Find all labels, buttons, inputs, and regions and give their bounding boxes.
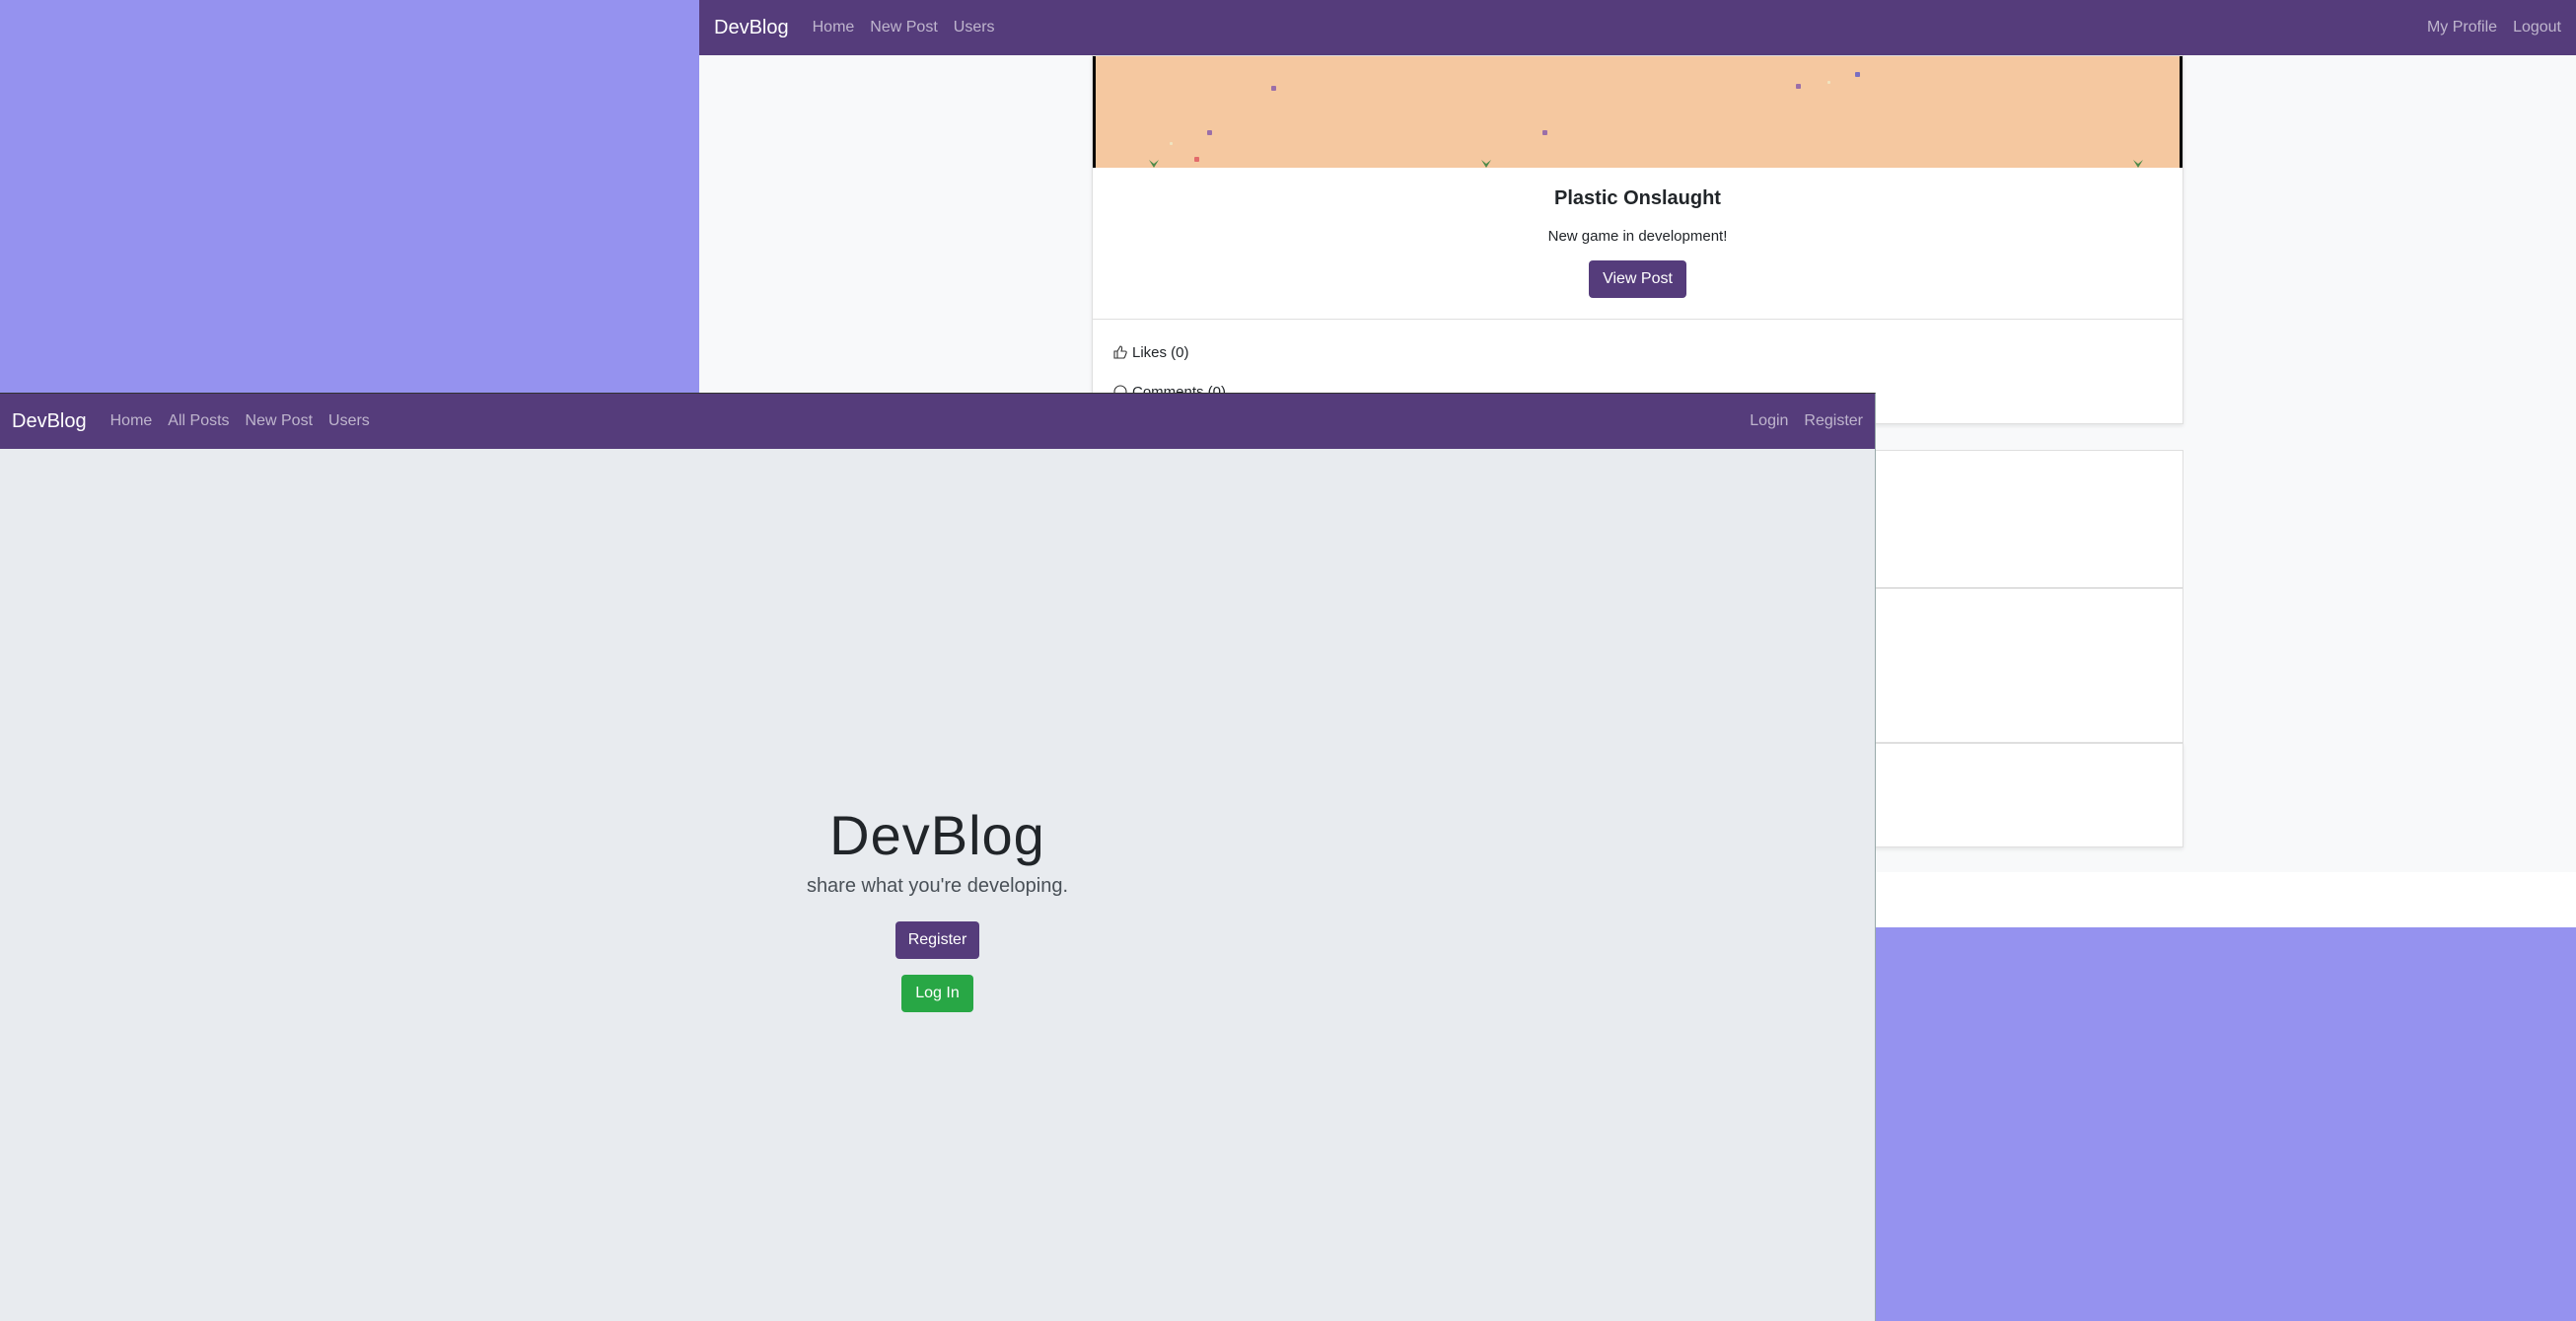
sprite-icon	[1827, 81, 1830, 84]
thumbs-up-icon[interactable]	[1112, 344, 1128, 360]
plant-icon	[1481, 160, 1491, 168]
post-description: New game in development!	[1547, 228, 1728, 245]
nav-users[interactable]: Users	[328, 412, 370, 430]
navbar-brand[interactable]: DevBlog	[714, 17, 789, 39]
top-navbar: DevBlog Home New Post Users My Profile L…	[699, 0, 2576, 55]
hero-subtitle: share what you're developing.	[806, 875, 1069, 897]
nav-home[interactable]: Home	[110, 412, 153, 430]
view-post-button[interactable]: View Post	[1589, 260, 1686, 298]
navbar-brand[interactable]: DevBlog	[12, 410, 87, 433]
plant-icon	[1149, 160, 1159, 168]
hero-title: DevBlog	[829, 804, 1045, 866]
nav-login[interactable]: Login	[1750, 412, 1788, 430]
plant-icon	[2133, 160, 2143, 168]
nav-register[interactable]: Register	[1804, 412, 1863, 430]
sprite-icon	[1170, 142, 1173, 145]
sprite-icon	[1796, 84, 1801, 89]
likes-count[interactable]: Likes (0)	[1132, 344, 1189, 361]
sprite-icon	[1855, 72, 1860, 77]
post-card-body: Plastic Onslaught New game in developmen…	[1093, 168, 2182, 320]
nav-my-profile[interactable]: My Profile	[2427, 19, 2497, 37]
likes-row[interactable]: Likes (0)	[1112, 341, 2163, 363]
nav-users[interactable]: Users	[954, 19, 995, 37]
post-image	[1093, 56, 2182, 168]
register-button[interactable]: Register	[894, 921, 980, 959]
nav-new-post[interactable]: New Post	[246, 412, 313, 430]
sprite-icon	[1194, 157, 1199, 162]
top-navbar: DevBlog Home All Posts New Post Users Lo…	[0, 394, 1875, 449]
sprite-icon	[1207, 130, 1212, 135]
post-card-footer: Likes (0) Comments (0)	[1093, 320, 2182, 403]
post-card: Plastic Onslaught New game in developmen…	[1092, 55, 2183, 424]
sprite-icon	[1542, 130, 1547, 135]
post-title[interactable]: Plastic Onslaught	[1093, 187, 2182, 210]
front-browser-window: DevBlog Home All Posts New Post Users Lo…	[0, 393, 1876, 1321]
sprite-icon	[1271, 86, 1276, 91]
nav-logout[interactable]: Logout	[2513, 19, 2561, 37]
nav-new-post[interactable]: New Post	[870, 19, 937, 37]
hero-section: DevBlog share what you're developing. Re…	[0, 803, 1875, 1012]
nav-all-posts[interactable]: All Posts	[168, 412, 229, 430]
nav-home[interactable]: Home	[813, 19, 855, 37]
login-button[interactable]: Log In	[901, 975, 973, 1012]
